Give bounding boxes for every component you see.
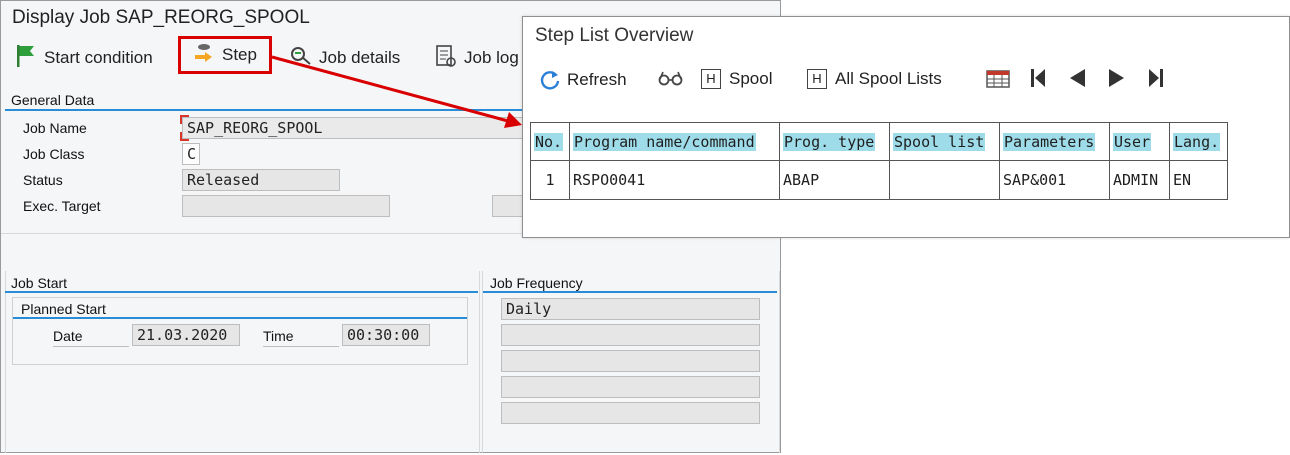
planned-start-header: Planned Start	[21, 301, 106, 317]
job-details-label: Job details	[319, 48, 401, 67]
column-header-spool-list[interactable]: Spool list	[889, 122, 1000, 161]
refresh-button[interactable]: Refresh	[539, 69, 627, 91]
frequency-field: Daily	[501, 298, 760, 320]
job-details-icon	[290, 45, 312, 72]
first-page-icon[interactable]	[1029, 67, 1047, 95]
refresh-label: Refresh	[567, 70, 627, 89]
step-icon	[193, 42, 215, 69]
cell-parameters: SAP&001	[999, 160, 1110, 200]
layout-table-icon[interactable]	[986, 69, 1010, 95]
cell-no: 1	[530, 160, 570, 200]
job-name-field[interactable]: SAP_REORG_SPOOL	[182, 117, 524, 139]
spool-button[interactable]: H Spool	[701, 69, 772, 89]
refresh-icon	[539, 69, 561, 91]
all-spool-lists-icon: H	[807, 69, 827, 89]
all-spool-lists-label: All Spool Lists	[835, 69, 942, 88]
last-page-icon[interactable]	[1147, 67, 1165, 95]
column-header-program[interactable]: Program name/command	[569, 122, 780, 161]
job-start-header: Job Start	[11, 275, 68, 291]
start-condition-label: Start condition	[44, 48, 153, 67]
date-label-underline	[53, 346, 129, 347]
general-data-header: General Data	[11, 92, 95, 108]
job-class-label: Job Class	[23, 146, 85, 162]
status-field: Released	[182, 169, 340, 191]
exec-target-field[interactable]	[182, 195, 390, 217]
table-row[interactable]: 1 RSPO0041 ABAP SAP&001 ADMIN EN	[530, 160, 1228, 200]
cell-user: ADMIN	[1109, 160, 1170, 200]
job-frequency-header: Job Frequency	[490, 275, 583, 291]
frequency-field	[501, 376, 760, 398]
step-button[interactable]: Step	[178, 36, 272, 74]
general-data-divider	[5, 109, 525, 111]
window-title: Display Job SAP_REORG_SPOOL	[12, 7, 310, 28]
required-marker	[180, 132, 189, 141]
column-header-parameters[interactable]: Parameters	[999, 122, 1110, 161]
cell-program: RSPO0041	[569, 160, 780, 200]
step-list-overview-window: Step List Overview Refresh H Spool H All…	[522, 16, 1290, 238]
cell-lang: EN	[1169, 160, 1228, 200]
job-log-icon	[435, 44, 457, 73]
time-label: Time	[263, 328, 294, 344]
job-start-divider	[5, 291, 478, 293]
planned-start-divider	[13, 317, 467, 319]
job-log-label: Job log	[464, 48, 519, 67]
frequency-field	[501, 324, 760, 346]
step-list-table: No. Program name/command Prog. type Spoo…	[530, 122, 1228, 200]
required-marker	[180, 115, 189, 124]
start-condition-button[interactable]: Start condition	[15, 43, 153, 73]
date-label: Date	[53, 328, 83, 344]
time-label-underline	[263, 346, 339, 347]
frequency-field	[501, 402, 760, 424]
previous-page-icon[interactable]	[1067, 67, 1087, 95]
cell-prog-type: ABAP	[779, 160, 890, 200]
exec-target-label: Exec. Target	[23, 198, 101, 214]
exec-target-extra-field[interactable]	[492, 195, 524, 217]
next-page-icon[interactable]	[1107, 67, 1127, 95]
job-name-label: Job Name	[23, 120, 87, 136]
column-header-no[interactable]: No.	[530, 122, 570, 161]
spool-icon: H	[701, 69, 721, 89]
job-log-button[interactable]: Job log	[435, 43, 519, 73]
column-header-prog-type[interactable]: Prog. type	[779, 122, 890, 161]
glasses-icon	[658, 69, 684, 87]
column-header-lang[interactable]: Lang.	[1169, 122, 1228, 161]
spool-label: Spool	[729, 69, 773, 88]
display-button[interactable]	[658, 69, 684, 87]
flag-icon	[15, 44, 37, 73]
job-frequency-divider	[483, 291, 777, 293]
cell-spool-list[interactable]	[889, 160, 1000, 200]
job-class-field[interactable]: C	[182, 143, 200, 165]
job-details-button[interactable]: Job details	[290, 43, 400, 73]
table-header-row: No. Program name/command Prog. type Spoo…	[530, 122, 1228, 161]
date-field[interactable]: 21.03.2020	[132, 324, 240, 346]
column-header-user[interactable]: User	[1109, 122, 1170, 161]
all-spool-lists-button[interactable]: H All Spool Lists	[807, 69, 942, 89]
time-field[interactable]: 00:30:00	[342, 324, 430, 346]
window-title: Step List Overview	[535, 25, 694, 46]
status-label: Status	[23, 172, 63, 188]
step-label: Step	[222, 45, 257, 64]
frequency-field	[501, 350, 760, 372]
